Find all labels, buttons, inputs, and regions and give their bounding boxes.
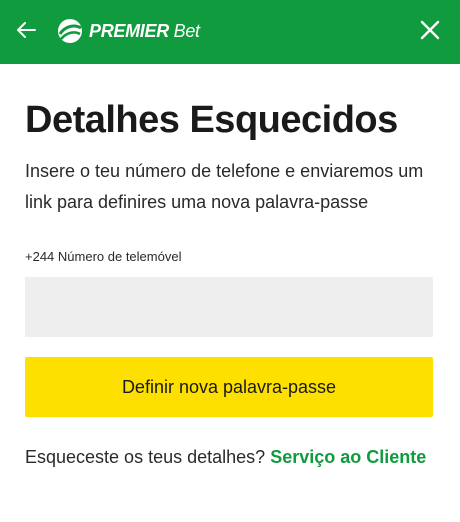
soccer-ball-icon — [58, 19, 82, 43]
customer-service-link[interactable]: Serviço ao Cliente — [270, 447, 426, 467]
page-title: Detalhes Esquecidos — [25, 99, 398, 141]
back-button[interactable] — [12, 16, 40, 44]
close-button[interactable] — [416, 16, 444, 44]
arrow-left-icon — [17, 22, 36, 38]
premier-bet-logo: PREMIER Bet — [55, 15, 200, 47]
phone-field-label: +244 Número de telemóvel — [25, 249, 182, 264]
app-header: PREMIER Bet — [0, 0, 460, 64]
main-content: Detalhes Esquecidos Insere o teu número … — [0, 64, 460, 468]
phone-input[interactable] — [25, 277, 433, 337]
help-line: Esqueceste os teus detalhes? Serviço ao … — [25, 447, 435, 468]
page-description: Insere o teu número de telefone e enviar… — [25, 161, 424, 212]
help-question: Esqueceste os teus detalhes? — [25, 447, 266, 467]
set-new-password-button[interactable]: Definir nova palavra-passe — [25, 357, 433, 417]
close-icon — [420, 20, 440, 40]
logo-bet: Bet — [173, 20, 200, 41]
logo-premier: PREMIER — [89, 20, 169, 41]
logo-wordmark: PREMIER Bet — [89, 21, 200, 42]
